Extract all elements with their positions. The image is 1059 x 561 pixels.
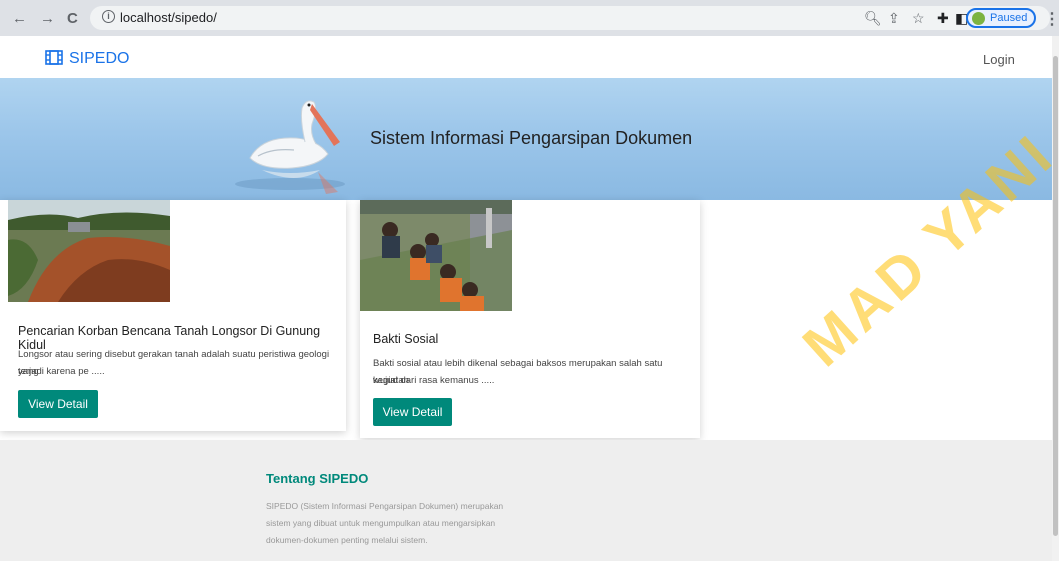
login-link[interactable]: Login [983,52,1015,67]
social-service-image[interactable] [360,200,512,311]
extensions-puzzle-icon[interactable]: ✚ [937,10,949,27]
share-icon[interactable]: ⇪ [888,10,900,27]
card-title[interactable]: Bakti Sosial [373,332,438,346]
card-excerpt: terjadi karena pe ..... [18,366,105,377]
back-arrow-icon[interactable]: ← [12,10,27,27]
film-icon[interactable] [45,50,63,65]
zoom-search-icon[interactable]: 🔍︎ [864,10,882,27]
footer-line: sistem yang dibuat untuk mengumpulkan at… [266,518,496,528]
avatar [972,12,985,25]
landslide-image[interactable] [8,200,170,302]
address-bar[interactable] [90,6,1050,30]
menu-kebab-icon[interactable]: ⋮ [1044,9,1059,29]
card-excerpt: wujud dari rasa kemanus ..... [373,375,495,386]
footer-description: SIPEDO (Sistem Informasi Pengarsipan Dok… [266,498,526,549]
view-detail-button[interactable]: View Detail [18,390,98,418]
brand-link[interactable]: SIPEDO [69,50,129,68]
reload-icon[interactable]: C [67,10,78,27]
footer-line: SIPEDO (Sistem Informasi Pengarsipan Dok… [266,501,504,511]
view-detail-button[interactable]: View Detail [373,398,452,426]
footer-line: dokumen-dokumen penting melalui sistem. [266,535,428,545]
browser-toolbar: ← → C i localhost/sipedo/ 🔍︎ ⇪ ☆ ✚ ◧ Pau… [0,0,1059,36]
bookmark-star-icon[interactable]: ☆ [912,10,925,27]
hero-banner: Sistem Informasi Pengarsipan Dokumen [0,78,1059,200]
news-card: Pencarian Korban Bencana Tanah Longsor D… [0,200,346,431]
hero-title: Sistem Informasi Pengarsipan Dokumen [370,128,693,148]
scrollbar-thumb[interactable] [1053,56,1058,536]
news-card: Bakti Sosial Bakti sosial atau lebih dik… [360,200,700,438]
footer-about: Tentang SIPEDO SIPEDO (Sistem Informasi … [0,440,1059,561]
forward-arrow-icon[interactable]: → [40,10,55,27]
site-info-icon[interactable]: i [102,10,115,23]
profile-paused-button[interactable]: Paused [966,8,1036,28]
page-scrollbar[interactable] [1052,36,1059,561]
paused-label: Paused [990,12,1028,24]
site-navbar: SIPEDO Login [0,36,1059,78]
url-text[interactable]: localhost/sipedo/ [120,10,217,25]
footer-title: Tentang SIPEDO [266,471,369,486]
